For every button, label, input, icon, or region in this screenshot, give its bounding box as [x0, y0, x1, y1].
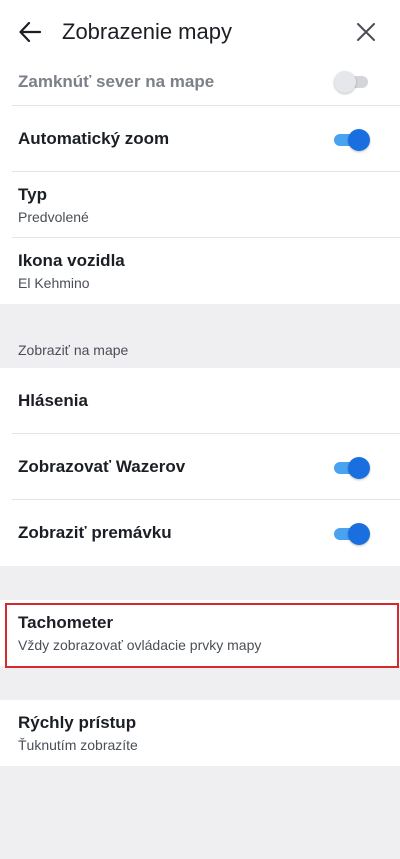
toggle-knob	[348, 523, 370, 545]
top-app-bar: Zobrazenie mapy	[0, 0, 400, 64]
vehicle-icon-value: El Kehmino	[18, 275, 90, 291]
show-traffic-row[interactable]: Zobraziť premávku	[0, 500, 400, 566]
arrow-left-icon	[19, 22, 41, 42]
type-value: Predvolené	[18, 209, 89, 225]
map-settings-card: Zamknúť sever na mape Automatický zoom T…	[0, 54, 400, 304]
auto-zoom-toggle[interactable]	[334, 128, 370, 151]
speedometer-row[interactable]: Tachometer Vždy zobrazovať ovládacie prv…	[0, 600, 400, 666]
quick-access-row[interactable]: Rýchly prístup Ťuknutím zobrazíte	[0, 700, 400, 766]
quick-access-card: Rýchly prístup Ťuknutím zobrazíte	[0, 700, 400, 766]
reports-label: Hlásenia	[18, 391, 88, 410]
close-button[interactable]	[354, 20, 378, 44]
show-traffic-label: Zobraziť premávku	[18, 523, 172, 542]
show-wazers-row[interactable]: Zobrazovať Wazerov	[0, 434, 400, 500]
show-on-map-section-title: Zobraziť na mape	[18, 342, 129, 358]
toggle-knob	[348, 457, 370, 479]
type-label: Typ	[18, 185, 47, 204]
north-lock-toggle[interactable]	[334, 70, 370, 93]
speedometer-card: Tachometer Vždy zobrazovať ovládacie prv…	[0, 600, 400, 666]
toggle-knob	[348, 129, 370, 151]
settings-list: Zamknúť sever na mape Automatický zoom T…	[0, 54, 400, 766]
north-lock-label: Zamknúť sever na mape	[18, 72, 215, 91]
page-title: Zobrazenie mapy	[62, 19, 232, 44]
show-wazers-label: Zobrazovať Wazerov	[18, 457, 186, 476]
speedometer-value: Vždy zobrazovať ovládacie prvky mapy	[18, 637, 262, 653]
show-wazers-toggle[interactable]	[334, 456, 370, 479]
auto-zoom-label: Automatický zoom	[18, 129, 170, 148]
auto-zoom-row[interactable]: Automatický zoom	[0, 106, 400, 172]
show-on-map-card: Hlásenia Zobrazovať Wazerov Zobraziť pre…	[0, 368, 400, 566]
toggle-knob	[334, 71, 356, 93]
speedometer-label: Tachometer	[18, 613, 114, 632]
quick-access-label: Rýchly prístup	[18, 713, 137, 732]
back-button[interactable]	[18, 20, 42, 44]
vehicle-icon-label: Ikona vozidla	[18, 251, 125, 270]
quick-access-value: Ťuknutím zobrazíte	[18, 737, 138, 753]
show-traffic-toggle[interactable]	[334, 522, 370, 545]
reports-row[interactable]: Hlásenia	[0, 368, 400, 434]
type-row[interactable]: Typ Predvolené	[0, 172, 400, 238]
vehicle-icon-row[interactable]: Ikona vozidla El Kehmino	[0, 238, 400, 304]
close-icon	[357, 23, 375, 41]
